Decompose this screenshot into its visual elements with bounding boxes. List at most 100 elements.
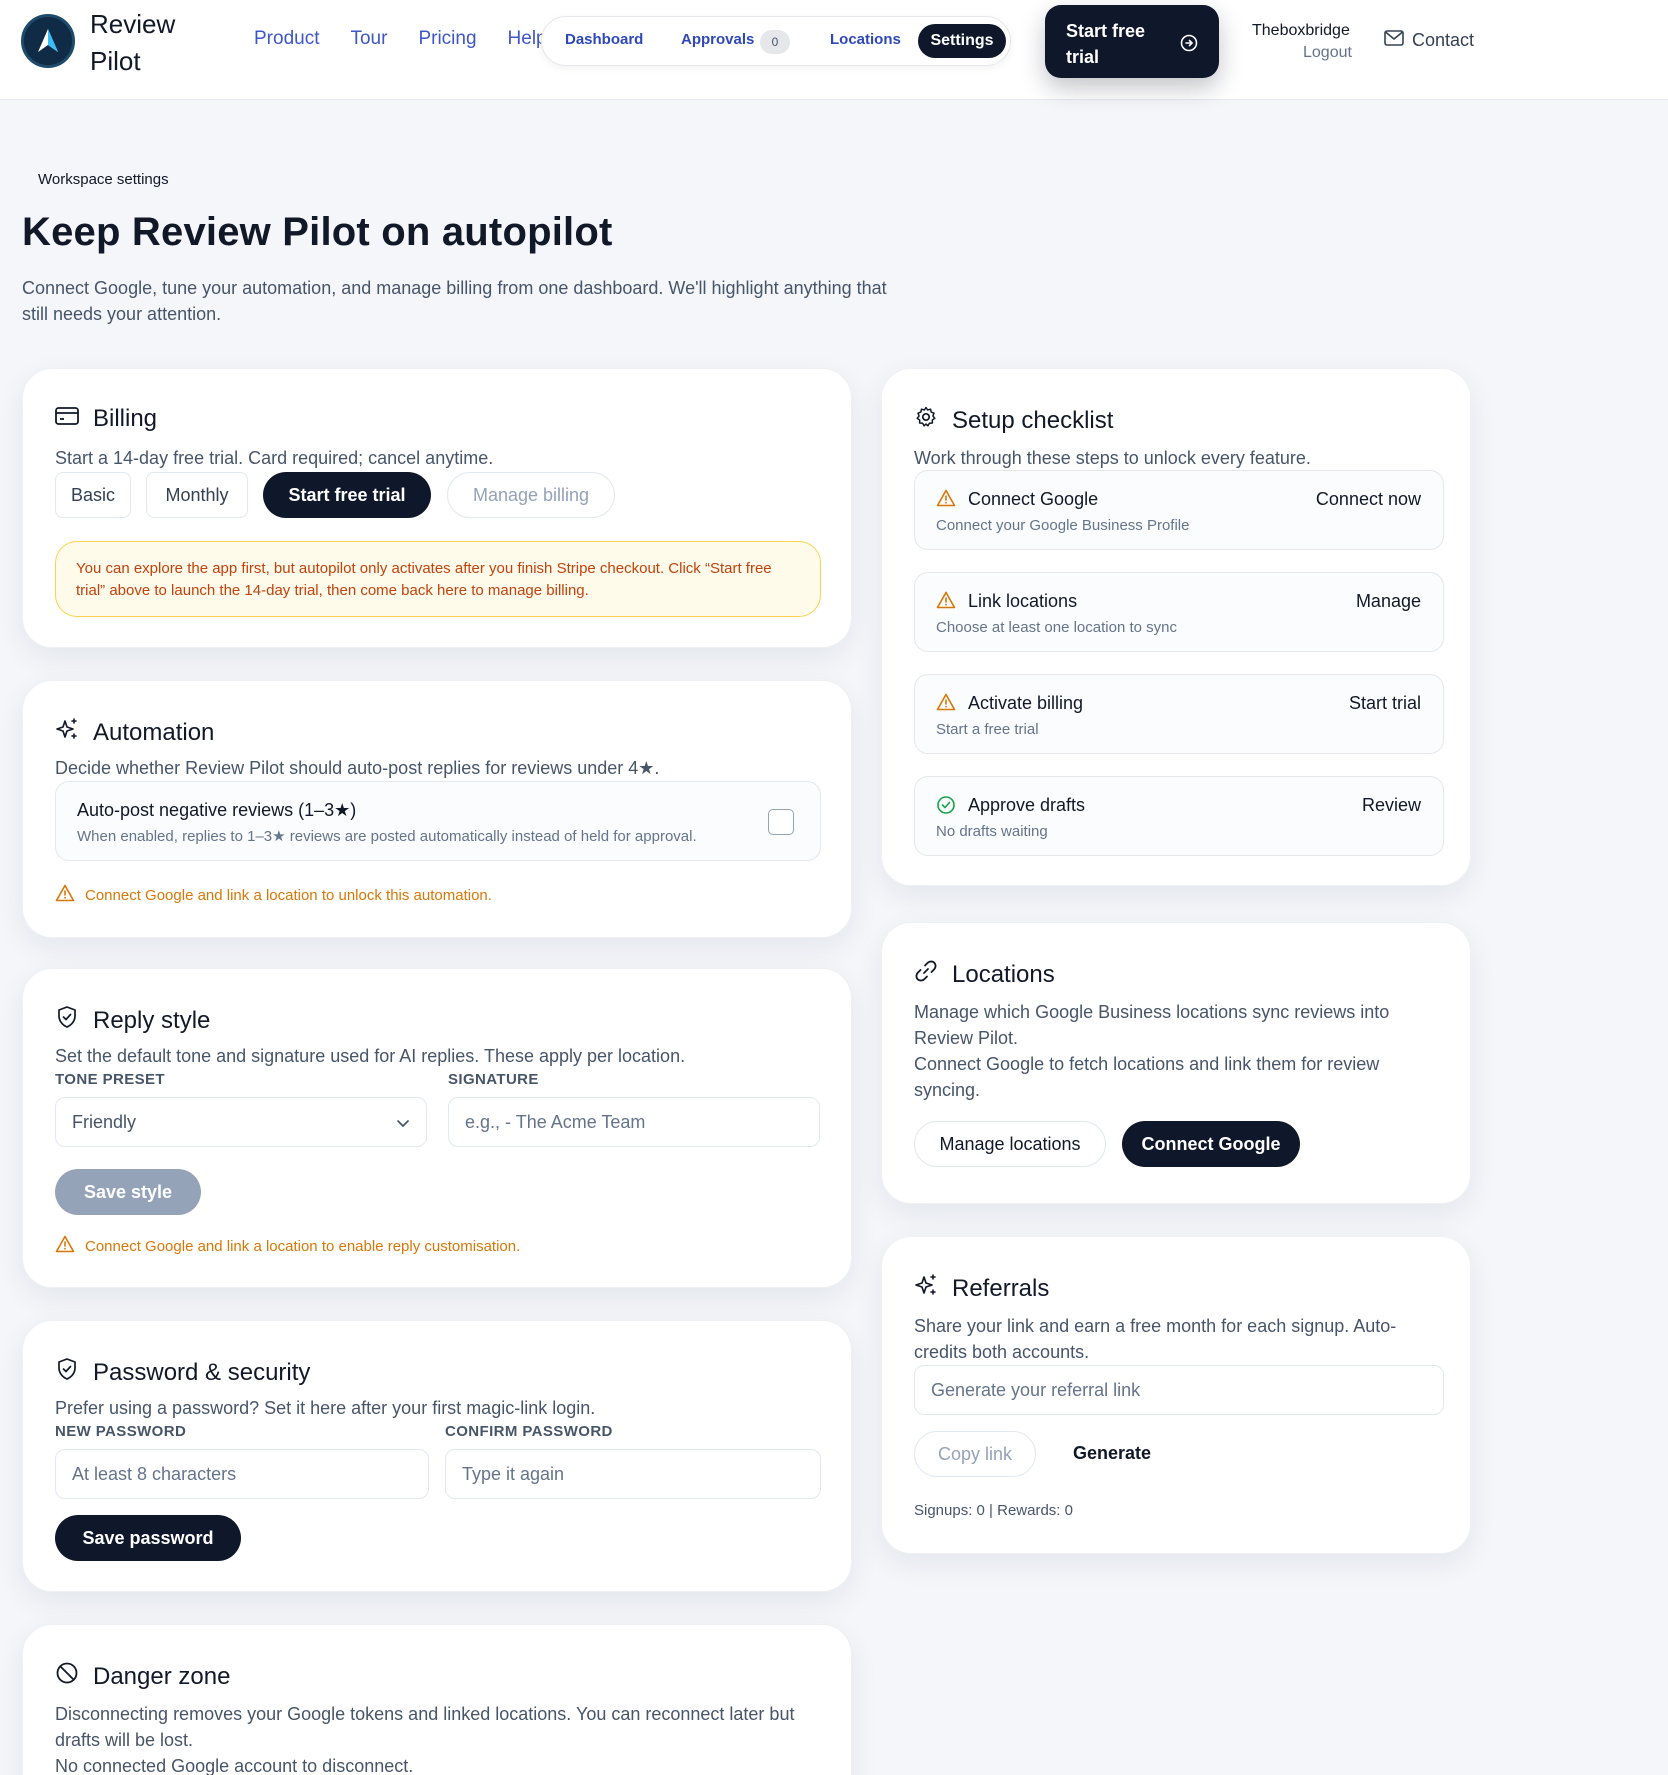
contact-link[interactable]: Contact xyxy=(1384,30,1474,51)
checklist-item-title: Approve drafts xyxy=(968,795,1086,815)
reply-style-heading: Reply style xyxy=(55,1005,210,1036)
checklist-item-title: Activate billing xyxy=(968,693,1084,713)
warning-icon xyxy=(55,1235,75,1257)
copy-link-button[interactable]: Copy link xyxy=(914,1431,1036,1477)
page-title: Keep Review Pilot on autopilot xyxy=(22,210,613,254)
nav-link-pricing[interactable]: Pricing xyxy=(418,28,476,50)
manage-locations-button[interactable]: Manage locations xyxy=(914,1121,1106,1167)
nav-tab-approvals[interactable]: Approvals xyxy=(681,31,754,48)
nav-tab-locations[interactable]: Locations xyxy=(830,31,901,48)
link-icon xyxy=(914,959,938,990)
billing-notice: You can explore the app first, but autop… xyxy=(55,541,821,617)
sparkles-icon xyxy=(914,1273,938,1304)
interval-select-value: Monthly xyxy=(165,485,229,505)
auto-post-title: Auto-post negative reviews (1–3★) xyxy=(77,800,357,820)
nav-tab-dashboard[interactable]: Dashboard xyxy=(565,31,643,48)
setup-checklist-card: Setup checklist Work through these steps… xyxy=(881,368,1471,886)
brand-logo-icon[interactable] xyxy=(21,14,75,68)
new-password-label: NEW PASSWORD xyxy=(55,1423,187,1440)
auto-post-description: When enabled, replies to 1–3★ reviews ar… xyxy=(77,828,697,845)
start-trial-action[interactable]: Start trial xyxy=(1349,693,1421,714)
shield-check-icon xyxy=(55,1357,79,1388)
checklist-item-activate-billing[interactable]: Activate billing Start a free trial Star… xyxy=(914,674,1444,754)
reply-style-card: Reply style Set the default tone and sig… xyxy=(22,968,852,1288)
confirm-password-input[interactable]: Type it again xyxy=(445,1449,821,1499)
header-start-trial-label: Start free trial xyxy=(1066,21,1146,67)
app-nav-pill: Dashboard Approvals 0 Locations Settings xyxy=(541,16,1011,66)
setup-checklist-heading: Setup checklist xyxy=(914,405,1113,436)
signature-input[interactable]: e.g., - The Acme Team xyxy=(448,1097,820,1147)
manage-locations-action[interactable]: Manage xyxy=(1356,591,1421,612)
locations-description: Manage which Google Business locations s… xyxy=(914,1002,1390,1048)
ban-icon xyxy=(55,1661,79,1692)
review-action[interactable]: Review xyxy=(1362,795,1421,816)
check-circle-icon xyxy=(936,795,956,820)
referral-stats: Signups: 0 | Rewards: 0 xyxy=(914,1502,1073,1519)
nav-tab-settings[interactable]: Settings xyxy=(918,24,1006,58)
nav-link-tour[interactable]: Tour xyxy=(350,28,387,50)
connect-now-action[interactable]: Connect now xyxy=(1316,489,1421,510)
save-style-button[interactable]: Save style xyxy=(55,1169,201,1215)
locations-title: Locations xyxy=(952,960,1055,988)
new-password-input[interactable]: At least 8 characters xyxy=(55,1449,429,1499)
warning-icon xyxy=(55,884,75,906)
automation-description: Decide whether Review Pilot should auto-… xyxy=(55,758,660,778)
danger-zone-description: Disconnecting removes your Google tokens… xyxy=(55,1704,795,1750)
billing-title: Billing xyxy=(93,405,158,432)
user-name: Theboxbridge xyxy=(1252,22,1350,39)
credit-card-icon xyxy=(55,405,79,433)
checklist-item-approve-drafts[interactable]: Approve drafts No drafts waiting Review xyxy=(914,776,1444,856)
danger-zone-status: No connected Google account to disconnec… xyxy=(55,1756,414,1775)
save-password-button[interactable]: Save password xyxy=(55,1515,241,1561)
automation-warning-text: Connect Google and link a location to un… xyxy=(85,886,492,904)
password-description: Prefer using a password? Set it here aft… xyxy=(55,1398,596,1418)
page-subtitle: Connect Google, tune your automation, an… xyxy=(22,278,887,324)
signature-placeholder: e.g., - The Acme Team xyxy=(465,1112,646,1132)
danger-zone-card: Danger zone Disconnecting removes your G… xyxy=(22,1624,852,1775)
referral-link-input[interactable]: Generate your referral link xyxy=(914,1365,1444,1415)
password-heading: Password & security xyxy=(55,1357,310,1388)
automation-title: Automation xyxy=(93,718,215,746)
top-navigation-bar: Review Pilot Product Tour Pricing Help D… xyxy=(0,0,1668,100)
auto-post-checkbox[interactable] xyxy=(768,809,794,835)
checklist-item-subtitle: No drafts waiting xyxy=(936,823,1048,840)
logout-link[interactable]: Logout xyxy=(1303,44,1352,62)
checklist-item-subtitle: Connect your Google Business Profile xyxy=(936,517,1190,534)
approvals-count-badge: 0 xyxy=(760,30,790,54)
checklist-item-link-locations[interactable]: Link locations Choose at least one locat… xyxy=(914,572,1444,652)
billing-start-trial-button[interactable]: Start free trial xyxy=(263,472,431,518)
generate-link-button[interactable]: Generate xyxy=(1073,1443,1151,1464)
referrals-description: Share your link and earn a free month fo… xyxy=(914,1316,1397,1362)
connect-google-button[interactable]: Connect Google xyxy=(1122,1121,1300,1167)
sparkles-icon xyxy=(55,717,79,748)
warning-icon xyxy=(936,489,956,512)
auto-post-toggle-row[interactable]: Auto-post negative reviews (1–3★) When e… xyxy=(55,781,821,861)
contact-label: Contact xyxy=(1412,30,1475,50)
marketing-nav: Product Tour Pricing Help xyxy=(254,28,547,50)
chevron-down-icon xyxy=(396,1098,410,1146)
billing-description: Start a 14-day free trial. Card required… xyxy=(55,448,494,468)
header-start-trial-button[interactable]: Start free trial xyxy=(1045,5,1219,78)
plan-select[interactable]: Basic xyxy=(55,472,131,518)
referrals-card: Referrals Share your link and earn a fre… xyxy=(881,1236,1471,1554)
warning-icon xyxy=(936,693,956,716)
danger-zone-heading: Danger zone xyxy=(55,1661,230,1692)
mail-icon xyxy=(1384,30,1404,51)
checklist-item-title: Link locations xyxy=(968,591,1078,611)
checklist-item-connect-google[interactable]: Connect Google Connect your Google Busin… xyxy=(914,470,1444,550)
referral-link-placeholder: Generate your referral link xyxy=(931,1380,1141,1400)
tone-preset-select[interactable]: Friendly xyxy=(55,1097,427,1147)
danger-zone-title: Danger zone xyxy=(93,1662,231,1690)
plan-select-value: Basic xyxy=(70,485,115,505)
billing-heading: Billing xyxy=(55,405,157,433)
locations-heading: Locations xyxy=(914,959,1055,990)
brand-name[interactable]: Review Pilot xyxy=(90,6,200,80)
password-card: Password & security Prefer using a passw… xyxy=(22,1320,852,1592)
nav-link-product[interactable]: Product xyxy=(254,28,319,50)
checklist-item-subtitle: Choose at least one location to sync xyxy=(936,619,1177,636)
password-title: Password & security xyxy=(93,1358,311,1386)
interval-select[interactable]: Monthly xyxy=(146,472,248,518)
new-password-placeholder: At least 8 characters xyxy=(72,1464,237,1484)
manage-billing-button[interactable]: Manage billing xyxy=(447,472,615,518)
automation-card: Automation Decide whether Review Pilot s… xyxy=(22,680,852,938)
